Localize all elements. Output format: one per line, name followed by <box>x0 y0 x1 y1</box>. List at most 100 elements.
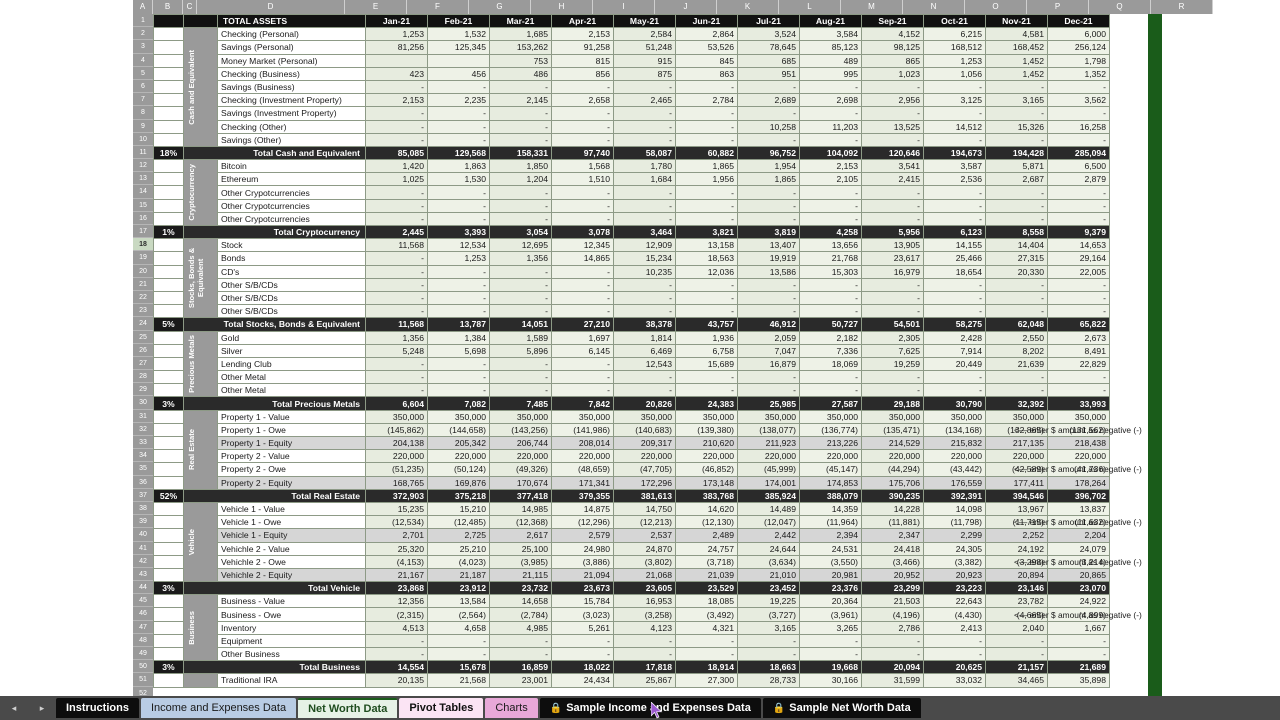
value-cell[interactable]: 205,342 <box>427 435 490 451</box>
value-cell[interactable]: - <box>365 264 428 279</box>
row-label[interactable]: Inventory <box>217 620 366 635</box>
row-header-38[interactable]: 38 <box>133 502 153 516</box>
value-cell[interactable]: - <box>923 646 986 662</box>
value-cell[interactable]: - <box>613 370 676 385</box>
value-cell[interactable]: 21,768 <box>799 251 862 266</box>
table-row[interactable]: Checking (Investment Property) 2,153 2,235… <box>153 93 1110 108</box>
value-cell[interactable]: - <box>551 356 614 372</box>
value-cell[interactable]: - <box>861 185 924 200</box>
value-cell[interactable]: 2,182 <box>799 330 862 345</box>
tab-prev-icon[interactable]: ◂ <box>12 703 17 714</box>
table-row[interactable]: Silver 5,248 5,698 5,896 6,145 6,469 6,758 7,04… <box>153 343 1110 358</box>
row-label[interactable]: Other S/B/CDs <box>217 277 366 292</box>
value-cell[interactable]: 2,617 <box>489 528 552 543</box>
value-cell[interactable]: - <box>551 119 614 134</box>
value-cell[interactable]: 1,780 <box>613 159 676 174</box>
value-cell[interactable]: - <box>365 251 428 266</box>
value-cell[interactable]: 1,253 <box>923 53 986 68</box>
value-cell[interactable]: - <box>799 198 862 213</box>
value-cell[interactable]: 20,865 <box>1047 567 1110 583</box>
value-cell[interactable]: 14,404 <box>985 238 1048 253</box>
value-cell[interactable]: 13,158 <box>675 238 738 253</box>
value-cell[interactable]: 22,005 <box>1047 264 1110 279</box>
table-row[interactable]: Cash and Equivalent Checking (Personal) 1,… <box>153 27 1110 147</box>
value-cell[interactable]: 14,653 <box>1047 238 1110 253</box>
value-cell[interactable]: - <box>799 633 862 649</box>
value-cell[interactable]: - <box>799 106 862 121</box>
value-cell[interactable]: 4,152 <box>861 27 924 42</box>
table-row[interactable]: Traditional IRA 20,135 21,568 23,001 24,434 2… <box>153 673 1110 688</box>
row-header-40[interactable]: 40 <box>133 528 153 542</box>
value-cell[interactable]: 85,123 <box>799 40 862 55</box>
value-cell[interactable]: 172,296 <box>613 475 676 490</box>
value-cell[interactable]: (45,147) <box>799 462 862 477</box>
value-cell[interactable]: (140,683) <box>613 422 676 438</box>
row-label[interactable]: Other Crypotcurrencies <box>217 198 366 213</box>
value-cell[interactable]: 2,701 <box>365 528 428 543</box>
value-cell[interactable]: 2,537 <box>613 528 676 543</box>
value-cell[interactable]: 168,765 <box>365 475 428 490</box>
value-cell[interactable]: - <box>923 198 986 213</box>
value-cell[interactable]: 995 <box>799 66 862 81</box>
value-cell[interactable]: - <box>1047 277 1110 292</box>
column-header-Q[interactable]: Q <box>1089 0 1151 14</box>
value-cell[interactable]: 18,085 <box>675 594 738 609</box>
row-label[interactable]: Checking (Investment Property) <box>217 93 366 108</box>
table-row[interactable]: Ethereum 1,025 1,530 1,204 1,510 1,684 1,956 1,… <box>153 172 1110 187</box>
value-cell[interactable]: (3,985) <box>489 554 552 569</box>
value-cell[interactable]: - <box>489 356 552 372</box>
row-header-18[interactable]: 18 <box>133 238 153 252</box>
value-cell[interactable]: 215,832 <box>923 435 986 451</box>
value-cell[interactable]: 15,784 <box>551 594 614 609</box>
value-cell[interactable]: - <box>985 370 1048 385</box>
value-cell[interactable]: - <box>551 277 614 292</box>
value-cell[interactable]: 209,317 <box>613 435 676 451</box>
value-cell[interactable]: 8,202 <box>985 343 1048 358</box>
value-cell[interactable]: 19,259 <box>861 356 924 372</box>
value-cell[interactable]: 6,000 <box>1047 27 1110 42</box>
column-headers[interactable]: ABCDEFGHIJKLMNOPQR <box>133 0 1213 14</box>
table-row[interactable]: Vehichle 2 - Owe (4,153) (4,023) (3,985) (3,… <box>153 554 1110 569</box>
value-cell[interactable]: 33,032 <box>923 673 986 688</box>
value-cell[interactable]: 2,153 <box>365 93 428 108</box>
value-cell[interactable]: 486 <box>489 66 552 81</box>
value-cell[interactable]: - <box>427 277 490 292</box>
value-cell[interactable]: 12,345 <box>551 238 614 253</box>
value-cell[interactable]: 23,617 <box>861 251 924 266</box>
value-cell[interactable]: - <box>1047 79 1110 95</box>
value-cell[interactable]: - <box>799 185 862 200</box>
value-cell[interactable]: (3,961) <box>799 607 862 622</box>
value-cell[interactable]: 3,584 <box>799 27 862 42</box>
row-label[interactable]: Savings (Investment Property) <box>217 106 366 121</box>
row-header-27[interactable]: 27 <box>133 357 153 371</box>
value-cell[interactable]: 14,620 <box>675 501 738 517</box>
value-cell[interactable]: - <box>737 646 800 662</box>
value-cell[interactable]: - <box>675 198 738 213</box>
value-cell[interactable]: - <box>427 633 490 649</box>
value-cell[interactable]: 1,684 <box>613 172 676 187</box>
value-cell[interactable]: 1,420 <box>365 159 428 174</box>
value-cell[interactable]: - <box>923 277 986 292</box>
row-header-13[interactable]: 13 <box>133 172 153 186</box>
table-row[interactable]: Money Market (Personal) 753 815 915 845 685 48… <box>153 53 1110 68</box>
row-label[interactable]: Other Metal <box>217 383 366 398</box>
value-cell[interactable]: 1,510 <box>551 172 614 187</box>
row-label[interactable]: Property 1 - Equity <box>217 435 366 451</box>
value-cell[interactable]: 2,579 <box>551 528 614 543</box>
value-cell[interactable]: 1,954 <box>737 159 800 174</box>
value-cell[interactable]: 10,258 <box>737 119 800 134</box>
value-cell[interactable]: - <box>551 633 614 649</box>
row-header-44[interactable]: 44 <box>133 581 153 595</box>
value-cell[interactable]: 15,210 <box>427 501 490 517</box>
table-row[interactable]: Business - Owe (2,315) (2,564) (2,784) (3,02… <box>153 607 1110 622</box>
value-cell[interactable]: 7,336 <box>799 343 862 358</box>
value-cell[interactable]: - <box>365 646 428 662</box>
row-label[interactable]: Vehichle 2 - Value <box>217 541 366 556</box>
row-label[interactable]: Money Market (Personal) <box>217 53 366 68</box>
value-cell[interactable]: 2,956 <box>861 93 924 108</box>
value-cell[interactable]: 15,689 <box>675 356 738 372</box>
row-label[interactable]: Gold <box>217 330 366 345</box>
column-header-L[interactable]: L <box>779 0 841 14</box>
value-cell[interactable]: - <box>923 370 986 385</box>
value-cell[interactable]: - <box>489 185 552 200</box>
